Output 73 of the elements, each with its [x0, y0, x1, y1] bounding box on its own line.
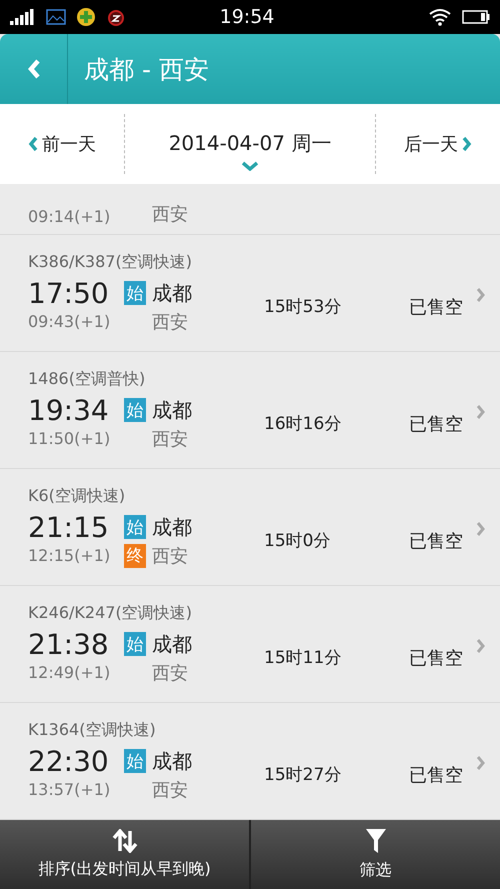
back-icon: [26, 58, 40, 80]
arrival-station: 西安: [152, 662, 188, 685]
wifi-icon: [428, 8, 452, 26]
chevron-right-icon: [476, 638, 486, 654]
image-icon: [46, 9, 66, 25]
origin-badge: 始: [124, 749, 146, 774]
arrival-time: 11:50(+1): [28, 429, 112, 448]
filter-button[interactable]: 筛选: [249, 820, 500, 889]
clock-time: 19:54: [220, 6, 276, 28]
chevron-right-icon: [462, 136, 472, 152]
origin-badge: 始: [124, 398, 146, 422]
next-day-label: 后一天: [404, 133, 458, 156]
train-row[interactable]: K246/K247(空调快速) 21:38 始 成都 12:49(+1) 西安 15时11分 已售空: [0, 586, 500, 703]
train-number: K6(空调快速): [28, 486, 126, 507]
departure-station: 成都: [152, 396, 192, 424]
arrival-station: 西安: [152, 202, 188, 226]
app-icon: [76, 7, 96, 27]
train-row[interactable]: 1486(空调普快) 19:34 始 成都 11:50(+1) 西安 16时16分 已售空: [0, 352, 500, 469]
ticket-status: 已售空: [409, 296, 463, 319]
departure-time: 22:30: [28, 744, 110, 778]
travel-duration: 15时53分: [264, 296, 342, 318]
terminal-badge: 终: [124, 544, 146, 568]
travel-duration: 15时11分: [264, 646, 342, 669]
ticket-status: 已售空: [409, 646, 463, 670]
previous-day-label: 前一天: [42, 133, 96, 156]
chevron-right-icon: [476, 286, 486, 303]
chevron-left-icon: [28, 136, 38, 152]
arrival-time: 12:49(+1): [28, 663, 112, 682]
chevron-right-icon: [476, 520, 486, 537]
chevron-right-icon: [476, 404, 486, 420]
departure-time: 17:50: [28, 276, 110, 310]
battery-icon: [462, 9, 490, 25]
filter-icon: [364, 828, 386, 854]
train-number: K1364(空调快速): [28, 720, 157, 741]
ticket-status: 已售空: [409, 530, 463, 553]
departure-station: 成都: [152, 630, 192, 658]
arrival-station: 西安: [152, 428, 188, 451]
train-row[interactable]: K386/K387(空调快速) 17:50 始 成都 09:43(+1) 西安 15时53分 已售空: [0, 234, 500, 352]
arrival-station: 西安: [152, 544, 188, 568]
origin-badge: 始: [124, 515, 146, 540]
travel-duration: 15时27分: [264, 764, 342, 786]
origin-badge: 始: [124, 281, 146, 306]
alarm-icon: [106, 7, 126, 27]
ticket-status: 已售空: [409, 764, 463, 787]
departure-time: 19:34: [28, 394, 110, 427]
route-title: 成都 - 西安: [84, 54, 209, 86]
arrival-station: 西安: [152, 778, 188, 802]
departure-station: 成都: [152, 514, 192, 541]
arrival-time: 09:43(+1): [28, 312, 112, 332]
sort-icon: [112, 829, 138, 853]
arrival-time: 13:57(+1): [28, 780, 112, 800]
train-number: 1486(空调普快): [28, 368, 146, 390]
travel-duration: 15时0分: [264, 530, 330, 552]
signal-icon: [10, 9, 36, 25]
train-row[interactable]: K6(空调快速) 21:15 始 成都 12:15(+1) 终 西安 15时0分 已售空: [0, 468, 500, 586]
travel-duration: 16时16分: [264, 412, 342, 435]
train-number: K386/K387(空调快速): [28, 252, 192, 273]
chevron-right-icon: [476, 754, 486, 771]
previous-day-button[interactable]: 前一天: [0, 104, 124, 184]
departure-time: 21:15: [28, 510, 110, 544]
arrival-station: 西安: [152, 310, 188, 334]
arrival-time: 12:15(+1): [28, 546, 112, 566]
train-number: K246/K247(空调快速): [28, 602, 192, 624]
ticket-status: 已售空: [409, 412, 463, 436]
origin-badge: 始: [124, 632, 146, 656]
arrival-time: 09:14(+1): [28, 206, 112, 226]
date-selector[interactable]: 2014-04-07 周一: [168, 130, 332, 156]
chevron-down-icon: [241, 160, 259, 170]
next-day-button[interactable]: 后一天: [376, 104, 500, 184]
departure-station: 成都: [152, 748, 192, 775]
sort-button[interactable]: 排序(出发时间从早到晚): [0, 820, 249, 889]
departure-time: 21:38: [28, 628, 110, 661]
departure-station: 成都: [152, 280, 192, 307]
